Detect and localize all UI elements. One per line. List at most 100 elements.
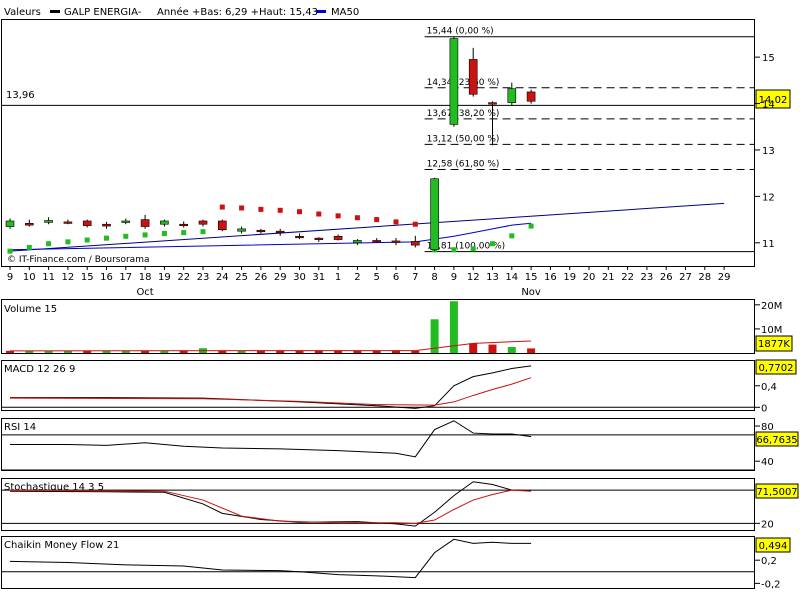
macd-panel	[1, 360, 755, 411]
stochastic-y-tick-label: 20	[761, 519, 774, 530]
x-tick-label: 26	[255, 272, 268, 283]
volume-bar	[314, 350, 323, 353]
month-label: Nov	[521, 287, 541, 298]
sar-dot	[393, 219, 399, 225]
x-tick-label: 19	[563, 272, 576, 283]
x-tick-label: 7	[412, 272, 418, 283]
chart-marks: 11121314159 10 11 12 15 16 17 18 19 22 23 24 25 26 29 3…	[2, 27, 782, 590]
fib-label: 12,58 (61,80 %)	[427, 159, 500, 169]
sar-dot	[200, 229, 206, 235]
sar-dot	[239, 205, 245, 211]
price-y-tick-label: 12	[762, 192, 775, 203]
x-tick-label: 20	[583, 272, 596, 283]
candle-body	[179, 223, 188, 227]
x-tick-label: 1	[335, 272, 341, 283]
price-y-tick-label: 14	[762, 100, 775, 111]
sar-dot	[316, 211, 322, 217]
x-tick-label: 18	[139, 272, 152, 283]
candle-body	[449, 38, 459, 125]
sar-dot	[65, 239, 71, 245]
x-tick-label: 15	[525, 272, 538, 283]
volume-bar	[488, 344, 497, 353]
candle-body	[410, 241, 420, 246]
candle-body	[82, 220, 92, 226]
volume-bar	[507, 346, 516, 353]
volume-bar	[353, 350, 362, 353]
fib-label: 15,44 (0,00 %)	[427, 27, 494, 37]
ma-legend-swatch	[316, 10, 326, 13]
chaikin-last-value: 0,494	[759, 541, 788, 552]
sar-dot	[528, 223, 534, 229]
x-tick-label: 10	[23, 272, 36, 283]
x-tick-label: 24	[216, 272, 229, 283]
candle-body	[391, 240, 401, 243]
rsi-title: RSI 14	[4, 422, 36, 433]
candle-body	[198, 220, 208, 225]
fib-label: 14,34 (23,60 %)	[427, 78, 500, 88]
x-tick-label: 27	[679, 272, 692, 283]
x-tick-label: 19	[158, 272, 171, 283]
candle-body	[44, 220, 53, 223]
x-tick-label: 23	[197, 272, 210, 283]
header-label: Valeurs	[4, 7, 41, 18]
x-tick-label: 22	[177, 272, 190, 283]
candle-body	[160, 220, 169, 225]
x-tick-label: 2	[354, 272, 360, 283]
header-stats: Année +Bas: 6,29 +Haut: 15,43	[157, 6, 318, 18]
volume-bar	[527, 348, 536, 353]
price-y-tick-label: 13	[762, 146, 775, 157]
sar-dot	[470, 246, 476, 252]
credit-text: © IT-Finance.com / Boursorama	[7, 255, 149, 265]
candle-body	[102, 223, 111, 227]
candle-body	[372, 240, 382, 243]
sar-dot	[297, 209, 302, 215]
candle-body	[140, 219, 150, 227]
chaikin-last-box: 0,494	[755, 537, 791, 553]
stochastic-series-line	[9, 489, 532, 524]
x-tick-label: 17	[119, 272, 132, 283]
sar-dot	[354, 215, 360, 221]
sar-dot	[451, 247, 457, 253]
volume-bar	[372, 350, 381, 353]
volume-bar	[392, 350, 400, 353]
x-tick-label: 29	[718, 272, 731, 283]
x-tick-label: 25	[235, 272, 248, 283]
panel-frames	[1, 19, 755, 589]
sar-dot	[123, 233, 129, 239]
sar-dot	[104, 235, 109, 241]
volume-bar	[469, 343, 478, 353]
price-y-tick-label: 15	[762, 53, 775, 64]
x-tick-label: 31	[312, 272, 325, 283]
candle-body	[5, 220, 15, 227]
x-tick-label: 8	[431, 272, 437, 283]
candle-body	[237, 228, 246, 232]
volume-title: Volume 15	[4, 304, 57, 315]
sar-dot	[46, 241, 52, 247]
month-label: Oct	[136, 287, 153, 298]
macd-y-tick-label: 0	[761, 403, 767, 414]
stochastic-last-value: 71,5007	[756, 487, 797, 498]
x-tick-label: 22	[621, 272, 634, 283]
reference-line-label: 13,96	[6, 90, 35, 101]
sar-dot	[84, 237, 90, 243]
fib-label: 13,12 (50,00 %)	[427, 134, 500, 144]
candle-body	[526, 91, 536, 102]
x-tick-label: 9	[451, 272, 457, 283]
volume-panel	[1, 299, 755, 354]
chaikin-title: Chaikin Money Flow 21	[4, 540, 119, 551]
sar-dot	[161, 231, 167, 237]
x-tick-label: 12	[62, 272, 75, 283]
macd-y-tick-label: 0,4	[761, 382, 777, 393]
rsi-y-tick-label: 80	[761, 422, 774, 433]
candle-body	[121, 220, 131, 223]
x-tick-label: 23	[641, 272, 654, 283]
sar-dot	[509, 233, 515, 239]
macd-last-value: 0,7702	[759, 363, 794, 374]
stock-legend-swatch	[50, 10, 60, 13]
x-tick-label: 16	[544, 272, 557, 283]
candle-body	[333, 235, 343, 240]
x-tick-label: 14	[505, 272, 518, 283]
x-tick-label: 12	[467, 272, 480, 283]
macd-title: MACD 12 26 9	[4, 364, 75, 375]
candle-body	[256, 229, 266, 233]
